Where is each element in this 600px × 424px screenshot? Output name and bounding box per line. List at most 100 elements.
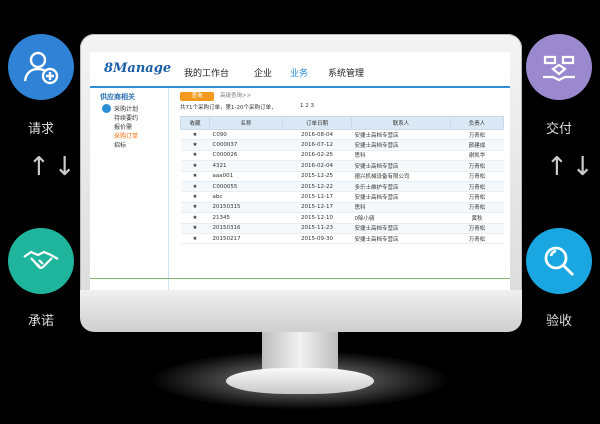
cell-contact: 多乐士维护专营店	[351, 181, 451, 193]
cell-contact: 安捷士高档专营店	[351, 139, 451, 151]
star-icon[interactable]: ★	[180, 233, 210, 245]
star-icon[interactable]: ★	[180, 191, 210, 203]
cell-date: 2016-02-04	[282, 160, 352, 172]
table-row[interactable]: ★ aaa001 2015-12-25 德兴机械设备有限公司 万青松	[180, 171, 504, 182]
left-arrows-icon: ↑↓	[28, 152, 80, 182]
table-row[interactable]: ★ 20150315 2015-12-17 思科 万青松	[180, 202, 504, 214]
cell-owner: 万青松	[450, 171, 504, 182]
cell-owner: 万青松	[450, 191, 504, 203]
col-owner[interactable]: 负责人	[450, 116, 504, 130]
cell-date: 2015-12-17	[282, 191, 352, 203]
table-row[interactable]: ★ 20150316 2015-11-23 安捷士高档专营店 万青松	[180, 223, 504, 234]
table-row[interactable]: ★ C000026 2016-02-25 思科 谢凯华	[180, 150, 504, 162]
footer-divider	[90, 278, 510, 279]
table-row[interactable]: ★ C090 2016-08-04 安捷士高档专营店 万青松	[180, 129, 504, 141]
cell-contact: 思科	[351, 202, 451, 214]
sidebar: 供应商相关 采购计划 持续要约 报价需 采购订单 招标	[90, 88, 169, 290]
cell-name[interactable]: C000037	[209, 139, 283, 151]
col-contact[interactable]: 联系人	[351, 116, 451, 130]
sidebar-section-icon	[102, 104, 111, 113]
accept-label: 验收	[545, 314, 572, 329]
cell-name[interactable]: 20150316	[209, 223, 283, 234]
cell-owner: 万青松	[450, 202, 504, 214]
user-add-icon	[23, 51, 59, 85]
star-icon[interactable]: ★	[180, 212, 210, 224]
cell-name[interactable]: 21345	[209, 212, 283, 224]
table-row[interactable]: ★ C000055 2015-12-22 多乐士维护专营店 万青松	[180, 181, 504, 193]
app-screen: 8Manage 我的工作台 企业 业务 系统管理 供应商相关 采购计划 持续要约…	[90, 52, 510, 290]
star-icon[interactable]: ★	[180, 150, 210, 162]
cell-owner: 万青松	[450, 233, 504, 245]
cell-date: 2016-02-25	[282, 150, 352, 162]
table-row[interactable]: ★ 21345 2015-12-10 0除小骑 黄秋	[180, 212, 504, 224]
handshake-icon	[23, 250, 59, 270]
cell-contact: 思科	[351, 150, 451, 162]
table-row[interactable]: ★ 4321 2016-02-04 安捷士高档专营店 万青松	[180, 160, 504, 172]
sidebar-item-order[interactable]: 采购订单	[114, 131, 138, 140]
cell-date: 2015-11-23	[282, 223, 352, 234]
cell-name[interactable]: 4321	[209, 160, 283, 172]
nav-enterprise[interactable]: 企业	[254, 66, 272, 79]
nav-business[interactable]: 业务	[290, 66, 308, 79]
cell-date: 2016-08-04	[282, 129, 352, 141]
query-button[interactable]: 查询	[180, 92, 214, 101]
promise-circle	[8, 228, 74, 294]
cell-date: 2015-12-22	[282, 181, 352, 193]
advanced-query-link[interactable]: 高级查询>>	[220, 92, 251, 101]
sidebar-item-tender[interactable]: 招标	[114, 140, 126, 149]
col-favorite[interactable]: 收藏	[180, 116, 210, 130]
right-arrows-icon: ↑↓	[546, 152, 598, 182]
cell-date: 2015-12-10	[282, 212, 352, 224]
app-logo: 8Manage	[104, 61, 172, 76]
cell-name[interactable]: C090	[209, 129, 283, 141]
table-header: 收藏 名称 订单日期 联系人 负责人	[180, 116, 504, 130]
cell-contact: 德兴机械设备有限公司	[351, 171, 451, 182]
col-name[interactable]: 名称	[209, 116, 283, 130]
cell-name[interactable]: C000026	[209, 150, 283, 162]
cell-owner: 万青松	[450, 160, 504, 172]
star-icon[interactable]: ★	[180, 160, 210, 172]
cell-date: 2015-12-25	[282, 171, 352, 182]
cell-name[interactable]: 20150217	[209, 233, 283, 245]
cell-owner: 万青松	[450, 223, 504, 234]
sidebar-item-offer[interactable]: 持续要约	[114, 113, 138, 122]
col-date[interactable]: 订单日期	[282, 116, 352, 130]
star-icon[interactable]: ★	[180, 181, 210, 193]
cell-owner: 谢凯华	[450, 150, 504, 162]
star-icon[interactable]: ★	[180, 129, 210, 141]
cell-owner: 黄秋	[450, 212, 504, 224]
cell-contact: 安捷士高档专营店	[351, 223, 451, 234]
deliver-label: 交付	[545, 122, 572, 137]
magnifier-icon	[544, 246, 574, 276]
monitor-chin	[80, 290, 522, 332]
star-icon[interactable]: ★	[180, 171, 210, 182]
request-circle	[8, 34, 74, 100]
sidebar-item-plan[interactable]: 采购计划	[114, 104, 138, 113]
cell-name[interactable]: abc	[209, 191, 283, 203]
cell-contact: 安捷士高档专营店	[351, 129, 451, 141]
star-icon[interactable]: ★	[180, 202, 210, 214]
table-row[interactable]: ★ abc 2015-12-17 安捷士高档专营店 万青松	[180, 191, 504, 203]
table-row[interactable]: ★ 20150217 2015-09-30 安捷士高档专营店 万青松	[180, 233, 504, 245]
sidebar-item-quote[interactable]: 报价需	[114, 122, 132, 131]
pagination[interactable]: 1 2 3	[300, 103, 314, 109]
table-row[interactable]: ★ C000037 2016-07-12 安捷士高档专营店 颜建成	[180, 139, 504, 151]
cell-date: 2015-12-17	[282, 202, 352, 214]
cell-owner: 万青松	[450, 129, 504, 141]
cell-name[interactable]: 20150315	[209, 202, 283, 214]
star-icon[interactable]: ★	[180, 139, 210, 151]
monitor-base	[226, 368, 374, 394]
sidebar-title: 供应商相关	[100, 93, 135, 101]
star-icon[interactable]: ★	[180, 223, 210, 234]
nav-workspace[interactable]: 我的工作台	[184, 66, 229, 79]
request-label: 请求	[27, 122, 54, 137]
cell-contact: 安捷士高档专营店	[351, 160, 451, 172]
cell-contact: 0除小骑	[351, 212, 451, 224]
cell-name[interactable]: C000055	[209, 181, 283, 193]
app-header: 8Manage 我的工作台 企业 业务 系统管理	[90, 52, 510, 88]
cell-date: 2015-09-30	[282, 233, 352, 245]
cell-owner: 万青松	[450, 181, 504, 193]
promise-label: 承诺	[27, 314, 54, 329]
nav-system[interactable]: 系统管理	[328, 66, 364, 79]
cell-name[interactable]: aaa001	[209, 171, 283, 182]
